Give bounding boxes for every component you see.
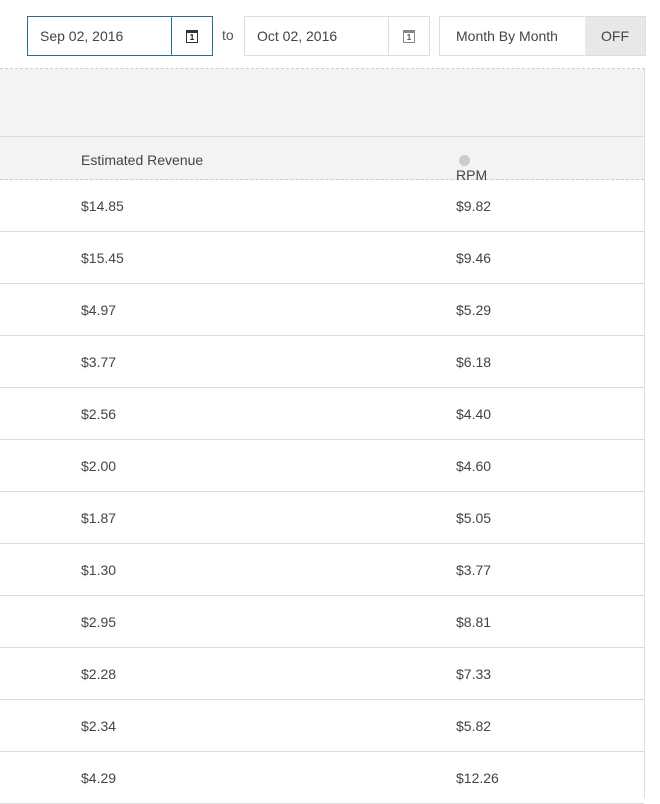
- revenue-cell: $3.77: [81, 354, 117, 370]
- rpm-cell: $12.26: [456, 770, 499, 786]
- table-row: $4.97 $5.29: [0, 284, 644, 336]
- rpm-cell: $5.29: [456, 302, 492, 318]
- table-row: $1.30 $3.77: [0, 544, 644, 596]
- table-row: $1.87 $5.05: [0, 492, 644, 544]
- help-icon[interactable]: [459, 155, 470, 166]
- toggle-label: Month By Month: [456, 28, 558, 44]
- rpm-cell: $5.82: [456, 718, 492, 734]
- start-date-field[interactable]: Sep 02, 2016 1: [27, 16, 213, 56]
- table-row: $2.34 $5.82: [0, 700, 644, 752]
- table-row: $2.00 $4.60: [0, 440, 644, 492]
- revenue-cell: $1.30: [81, 562, 117, 578]
- table-row: $2.95 $8.81: [0, 596, 644, 648]
- table-row: $2.28 $7.33: [0, 648, 644, 700]
- rpm-cell: $9.82: [456, 198, 492, 214]
- start-date-value[interactable]: Sep 02, 2016: [28, 28, 171, 44]
- rpm-cell: $7.33: [456, 666, 492, 682]
- range-separator: to: [222, 27, 234, 43]
- table-header: Estimated Revenue RPM: [0, 137, 644, 183]
- column-header-revenue[interactable]: Estimated Revenue: [81, 152, 203, 168]
- revenue-cell: $15.45: [81, 250, 124, 266]
- revenue-cell: $4.97: [81, 302, 117, 318]
- table-row: $4.29 $12.26: [0, 752, 644, 804]
- revenue-cell: $2.00: [81, 458, 117, 474]
- start-calendar-button[interactable]: 1: [171, 17, 212, 55]
- rpm-cell: $4.60: [456, 458, 492, 474]
- table-row: $2.56 $4.40: [0, 388, 644, 440]
- end-calendar-button[interactable]: 1: [388, 17, 429, 55]
- end-date-value[interactable]: Oct 02, 2016: [245, 28, 388, 44]
- report-table: Estimated Revenue RPM $14.85 $9.82 $15.45 $…: [0, 68, 645, 804]
- revenue-cell: $2.28: [81, 666, 117, 682]
- revenue-cell: $14.85: [81, 198, 124, 214]
- rpm-cell: $3.77: [456, 562, 492, 578]
- table-row: $15.45 $9.46: [0, 232, 644, 284]
- end-date-field[interactable]: Oct 02, 2016 1: [244, 16, 430, 56]
- calendar-icon: 1: [403, 29, 415, 43]
- rpm-cell: $4.40: [456, 406, 492, 422]
- rpm-cell: $9.46: [456, 250, 492, 266]
- rpm-cell: $5.05: [456, 510, 492, 526]
- rpm-cell: $6.18: [456, 354, 492, 370]
- toggle-state[interactable]: OFF: [585, 17, 645, 55]
- table-row: $14.85 $9.82: [0, 180, 644, 232]
- month-by-month-toggle[interactable]: Month By Month OFF: [439, 16, 646, 56]
- revenue-cell: $1.87: [81, 510, 117, 526]
- revenue-cell: $2.56: [81, 406, 117, 422]
- revenue-cell: $2.95: [81, 614, 117, 630]
- calendar-icon: 1: [186, 29, 198, 43]
- rpm-cell: $8.81: [456, 614, 492, 630]
- column-header-rpm[interactable]: RPM: [456, 152, 487, 183]
- revenue-cell: $4.29: [81, 770, 117, 786]
- table-row: $3.77 $6.18: [0, 336, 644, 388]
- table-top-band: [0, 69, 644, 137]
- revenue-cell: $2.34: [81, 718, 117, 734]
